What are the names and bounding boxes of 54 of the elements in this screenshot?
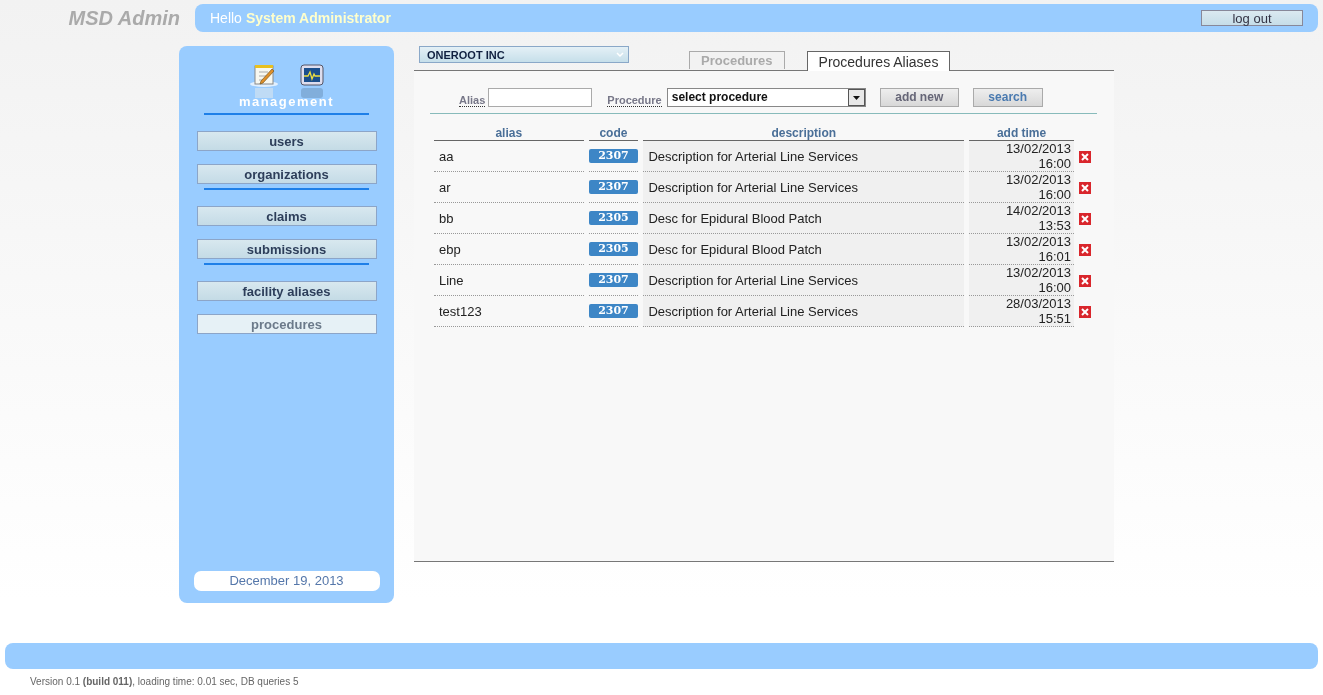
table-cell: 13/02/2013 16:01 <box>969 234 1074 265</box>
code-badge: 2307 <box>588 180 639 194</box>
table-cell: bb <box>434 203 584 234</box>
alias-label: Alias <box>459 94 486 107</box>
table-cell: test123 <box>434 296 584 327</box>
table-cell: Description for Arterial Line Services <box>643 265 965 296</box>
table-cell: Description for Arterial Line Services <box>643 296 965 327</box>
table-cell: Description for Arterial Line Services <box>643 172 965 203</box>
table-cell: aa <box>434 141 584 172</box>
table-cell: 13/02/2013 16:00 <box>969 141 1074 172</box>
code-badge: 2307 <box>588 273 639 287</box>
nav-button[interactable]: users <box>196 131 377 151</box>
code-badge: 2307 <box>588 304 639 318</box>
delete-icon[interactable] <box>1078 305 1091 318</box>
table-cell: Line <box>434 265 584 296</box>
delete-icon[interactable] <box>1078 181 1091 194</box>
app-title: MSD Admin <box>67 6 181 30</box>
user-name: System Administrator <box>245 10 391 26</box>
table-cell: 28/03/2013 15:51 <box>969 296 1074 327</box>
section-title: management <box>238 94 335 109</box>
table-cell: 14/02/2013 13:53 <box>969 203 1074 234</box>
table-cell: Desc for Epidural Blood Patch <box>643 203 965 234</box>
tab[interactable]: Procedures Aliases <box>806 51 951 71</box>
version-text: Version 0.1 (build 011), loading time: 0.01 sec, DB queries 5 <box>30 676 300 687</box>
chevron-down-icon <box>616 51 624 58</box>
search-button[interactable]: search <box>972 87 1043 107</box>
delete-icon[interactable] <box>1078 243 1091 256</box>
delete-icon[interactable] <box>1078 150 1091 163</box>
nav-button[interactable]: facility aliases <box>196 281 377 301</box>
table-cell: 13/02/2013 16:00 <box>969 265 1074 296</box>
code-badge: 2305 <box>588 211 639 225</box>
nav-button[interactable]: organizations <box>196 164 377 184</box>
delete-icon[interactable] <box>1078 274 1091 287</box>
column-header: code <box>588 126 639 141</box>
table-cell: ar <box>434 172 584 203</box>
alias-field[interactable] <box>488 87 593 107</box>
procedure-label: Procedure <box>607 94 662 107</box>
greeting-text: Hello <box>210 10 242 26</box>
add-new-button[interactable]: add new <box>879 87 959 107</box>
table-cell: ebp <box>434 234 584 265</box>
logout-button[interactable]: log out <box>1201 10 1303 26</box>
procedure-select[interactable]: select procedure <box>666 87 866 107</box>
code-badge: 2305 <box>588 242 639 256</box>
organization-select[interactable]: ONEROOT INC <box>419 46 629 63</box>
nav-button[interactable]: procedures <box>196 314 377 334</box>
table-cell: 13/02/2013 16:00 <box>969 172 1074 203</box>
table-cell: Desc for Epidural Blood Patch <box>643 234 965 265</box>
table-cell: Description for Arterial Line Services <box>643 141 965 172</box>
nav-button[interactable]: submissions <box>196 239 377 259</box>
column-header: alias <box>434 126 584 141</box>
code-badge: 2307 <box>588 149 639 163</box>
date-label: December 19, 2013 <box>193 571 380 591</box>
delete-icon[interactable] <box>1078 212 1091 225</box>
nav-button[interactable]: claims <box>196 206 377 226</box>
